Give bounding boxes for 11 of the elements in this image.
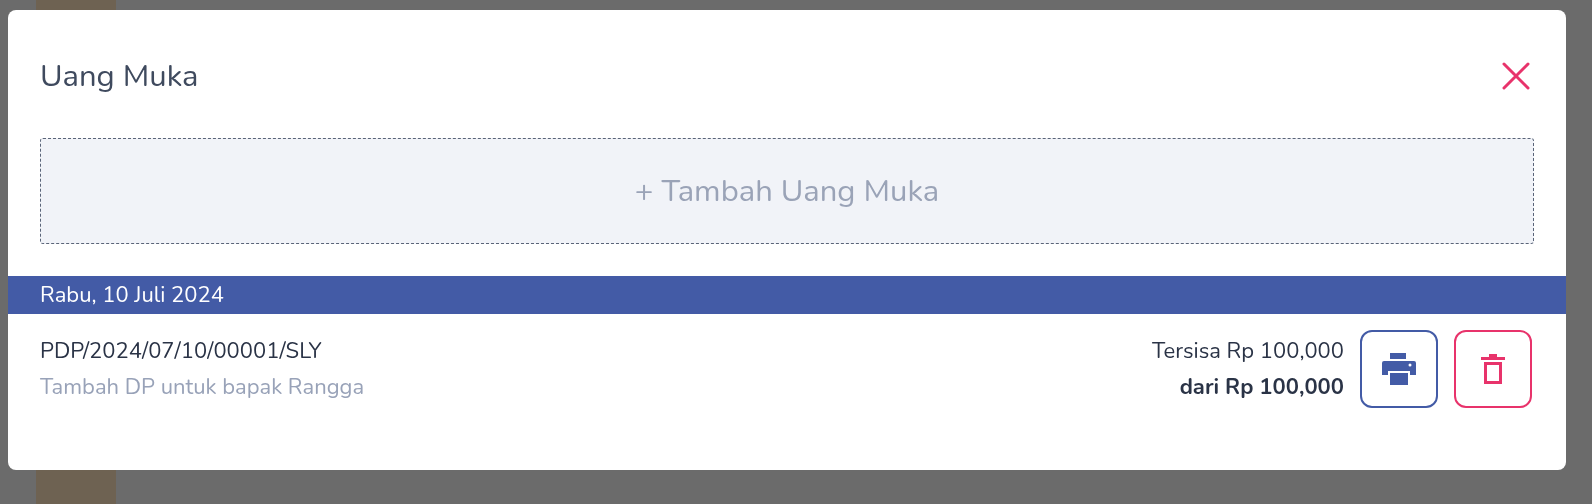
total-amount: dari Rp 100,000: [1179, 371, 1344, 403]
delete-button[interactable]: [1454, 330, 1532, 408]
entry-note: Tambah DP untuk bapak Rangga: [40, 371, 365, 403]
dialog-title: Uang Muka: [40, 54, 199, 98]
trash-icon: [1481, 354, 1505, 384]
entry-number: PDP/2024/07/10/00001/SLY: [40, 335, 323, 367]
date-header: Rabu, 10 Juli 2024: [8, 276, 1566, 314]
print-button[interactable]: [1360, 330, 1438, 408]
printer-icon: [1382, 353, 1416, 385]
remaining-amount: Tersisa Rp 100,000: [1151, 335, 1344, 367]
add-down-payment-button[interactable]: + Tambah Uang Muka: [40, 138, 1534, 244]
